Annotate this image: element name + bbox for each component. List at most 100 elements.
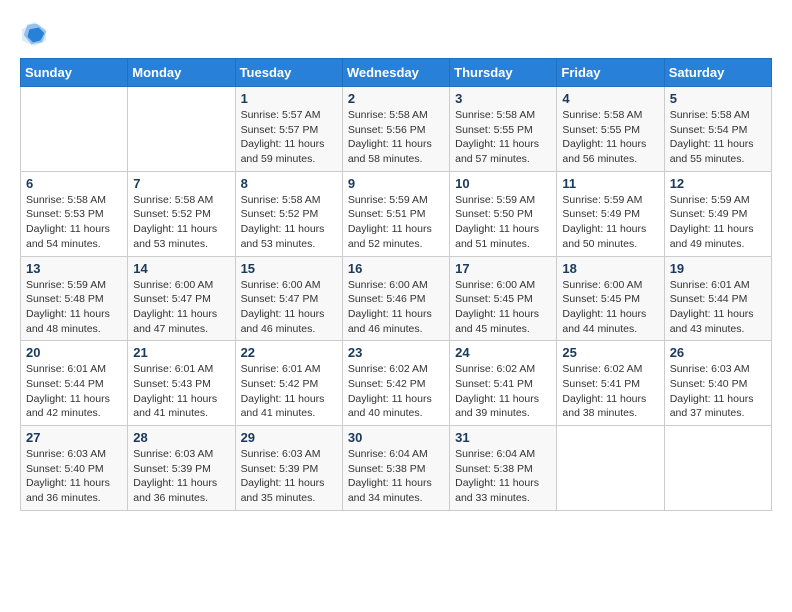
day-info: Sunrise: 6:02 AMSunset: 5:41 PMDaylight:… — [562, 362, 658, 421]
day-info: Sunrise: 6:01 AMSunset: 5:42 PMDaylight:… — [241, 362, 337, 421]
calendar-cell: 26 Sunrise: 6:03 AMSunset: 5:40 PMDayligh… — [664, 341, 771, 426]
calendar-cell: 13Sunrise: 5:59 AMSunset: 5:48 PMDayligh… — [21, 256, 128, 341]
day-info: Sunrise: 6:00 AMSunset: 5:45 PMDaylight:… — [562, 278, 658, 337]
day-number: 12 — [670, 176, 766, 191]
calendar-cell: 27 Sunrise: 6:03 AMSunset: 5:40 PMDayligh… — [21, 426, 128, 511]
day-number: 11 — [562, 176, 658, 191]
weekday-header: Monday — [128, 59, 235, 87]
calendar-cell: 6 Sunrise: 5:58 AMSunset: 5:53 PMDaylight… — [21, 171, 128, 256]
day-info: Sunrise: 5:58 AMSunset: 5:56 PMDaylight:… — [348, 108, 444, 167]
day-info: Sunrise: 5:59 AMSunset: 5:49 PMDaylight:… — [670, 193, 766, 252]
day-info: Sunrise: 5:59 AMSunset: 5:48 PMDaylight:… — [26, 278, 122, 337]
calendar-cell: 3 Sunrise: 5:58 AMSunset: 5:55 PMDaylight… — [450, 87, 557, 172]
day-number: 14 — [133, 261, 229, 276]
logo — [20, 20, 50, 48]
calendar-cell: 8 Sunrise: 5:58 AMSunset: 5:52 PMDaylight… — [235, 171, 342, 256]
calendar-cell: 17 Sunrise: 6:00 AMSunset: 5:45 PMDayligh… — [450, 256, 557, 341]
day-info: Sunrise: 6:00 AMSunset: 5:45 PMDaylight:… — [455, 278, 551, 337]
day-info: Sunrise: 5:57 AMSunset: 5:57 PMDaylight:… — [241, 108, 337, 167]
day-number: 2 — [348, 91, 444, 106]
day-number: 17 — [455, 261, 551, 276]
calendar-cell: 12 Sunrise: 5:59 AMSunset: 5:49 PMDayligh… — [664, 171, 771, 256]
weekday-header: Sunday — [21, 59, 128, 87]
day-number: 21 — [133, 345, 229, 360]
day-info: Sunrise: 5:59 AMSunset: 5:51 PMDaylight:… — [348, 193, 444, 252]
day-number: 15 — [241, 261, 337, 276]
calendar-cell — [557, 426, 664, 511]
day-info: Sunrise: 5:58 AMSunset: 5:54 PMDaylight:… — [670, 108, 766, 167]
day-number: 27 — [26, 430, 122, 445]
day-info: Sunrise: 6:01 AMSunset: 5:44 PMDaylight:… — [670, 278, 766, 337]
calendar-cell — [664, 426, 771, 511]
day-number: 25 — [562, 345, 658, 360]
calendar-cell: 30 Sunrise: 6:04 AMSunset: 5:38 PMDayligh… — [342, 426, 449, 511]
calendar-cell: 5 Sunrise: 5:58 AMSunset: 5:54 PMDaylight… — [664, 87, 771, 172]
day-info: Sunrise: 6:04 AMSunset: 5:38 PMDaylight:… — [348, 447, 444, 506]
day-info: Sunrise: 6:03 AMSunset: 5:39 PMDaylight:… — [241, 447, 337, 506]
day-info: Sunrise: 6:00 AMSunset: 5:46 PMDaylight:… — [348, 278, 444, 337]
calendar-cell: 28 Sunrise: 6:03 AMSunset: 5:39 PMDayligh… — [128, 426, 235, 511]
calendar-cell: 2 Sunrise: 5:58 AMSunset: 5:56 PMDaylight… — [342, 87, 449, 172]
calendar-cell: 20Sunrise: 6:01 AMSunset: 5:44 PMDayligh… — [21, 341, 128, 426]
calendar-header-row: SundayMondayTuesdayWednesdayThursdayFrid… — [21, 59, 772, 87]
day-info: Sunrise: 6:00 AMSunset: 5:47 PMDaylight:… — [133, 278, 229, 337]
day-number: 9 — [348, 176, 444, 191]
weekday-header: Thursday — [450, 59, 557, 87]
day-info: Sunrise: 5:59 AMSunset: 5:49 PMDaylight:… — [562, 193, 658, 252]
day-info: Sunrise: 6:03 AMSunset: 5:40 PMDaylight:… — [670, 362, 766, 421]
calendar-table: SundayMondayTuesdayWednesdayThursdayFrid… — [20, 58, 772, 511]
calendar-cell: 9 Sunrise: 5:59 AMSunset: 5:51 PMDaylight… — [342, 171, 449, 256]
calendar-cell: 19Sunrise: 6:01 AMSunset: 5:44 PMDayligh… — [664, 256, 771, 341]
day-info: Sunrise: 6:03 AMSunset: 5:40 PMDaylight:… — [26, 447, 122, 506]
weekday-header: Wednesday — [342, 59, 449, 87]
day-info: Sunrise: 5:58 AMSunset: 5:52 PMDaylight:… — [241, 193, 337, 252]
day-number: 8 — [241, 176, 337, 191]
calendar-cell: 16 Sunrise: 6:00 AMSunset: 5:46 PMDayligh… — [342, 256, 449, 341]
calendar-cell: 24 Sunrise: 6:02 AMSunset: 5:41 PMDayligh… — [450, 341, 557, 426]
day-number: 6 — [26, 176, 122, 191]
day-info: Sunrise: 6:04 AMSunset: 5:38 PMDaylight:… — [455, 447, 551, 506]
calendar-cell: 1 Sunrise: 5:57 AMSunset: 5:57 PMDaylight… — [235, 87, 342, 172]
day-info: Sunrise: 5:58 AMSunset: 5:53 PMDaylight:… — [26, 193, 122, 252]
day-number: 28 — [133, 430, 229, 445]
calendar-week-row: 20Sunrise: 6:01 AMSunset: 5:44 PMDayligh… — [21, 341, 772, 426]
page-header — [20, 20, 772, 48]
calendar-week-row: 13Sunrise: 5:59 AMSunset: 5:48 PMDayligh… — [21, 256, 772, 341]
day-number: 26 — [670, 345, 766, 360]
calendar-cell: 29 Sunrise: 6:03 AMSunset: 5:39 PMDayligh… — [235, 426, 342, 511]
calendar-week-row: 6 Sunrise: 5:58 AMSunset: 5:53 PMDaylight… — [21, 171, 772, 256]
weekday-header: Saturday — [664, 59, 771, 87]
calendar-cell: 18Sunrise: 6:00 AMSunset: 5:45 PMDayligh… — [557, 256, 664, 341]
day-number: 7 — [133, 176, 229, 191]
day-info: Sunrise: 5:59 AMSunset: 5:50 PMDaylight:… — [455, 193, 551, 252]
day-number: 30 — [348, 430, 444, 445]
day-number: 22 — [241, 345, 337, 360]
logo-icon — [20, 20, 48, 48]
day-info: Sunrise: 6:02 AMSunset: 5:41 PMDaylight:… — [455, 362, 551, 421]
calendar-cell: 21 Sunrise: 6:01 AMSunset: 5:43 PMDayligh… — [128, 341, 235, 426]
calendar-cell: 31Sunrise: 6:04 AMSunset: 5:38 PMDayligh… — [450, 426, 557, 511]
day-number: 3 — [455, 91, 551, 106]
day-number: 29 — [241, 430, 337, 445]
calendar-cell — [128, 87, 235, 172]
calendar-week-row: 27 Sunrise: 6:03 AMSunset: 5:40 PMDayligh… — [21, 426, 772, 511]
calendar-cell — [21, 87, 128, 172]
day-number: 1 — [241, 91, 337, 106]
day-info: Sunrise: 5:58 AMSunset: 5:55 PMDaylight:… — [455, 108, 551, 167]
calendar-cell: 22 Sunrise: 6:01 AMSunset: 5:42 PMDayligh… — [235, 341, 342, 426]
day-number: 20 — [26, 345, 122, 360]
day-info: Sunrise: 6:00 AMSunset: 5:47 PMDaylight:… — [241, 278, 337, 337]
day-info: Sunrise: 5:58 AMSunset: 5:55 PMDaylight:… — [562, 108, 658, 167]
day-info: Sunrise: 6:03 AMSunset: 5:39 PMDaylight:… — [133, 447, 229, 506]
day-number: 24 — [455, 345, 551, 360]
day-number: 5 — [670, 91, 766, 106]
calendar-cell: 23Sunrise: 6:02 AMSunset: 5:42 PMDayligh… — [342, 341, 449, 426]
calendar-cell: 10Sunrise: 5:59 AMSunset: 5:50 PMDayligh… — [450, 171, 557, 256]
day-info: Sunrise: 6:02 AMSunset: 5:42 PMDaylight:… — [348, 362, 444, 421]
day-number: 4 — [562, 91, 658, 106]
calendar-cell: 15 Sunrise: 6:00 AMSunset: 5:47 PMDayligh… — [235, 256, 342, 341]
day-info: Sunrise: 6:01 AMSunset: 5:43 PMDaylight:… — [133, 362, 229, 421]
day-number: 16 — [348, 261, 444, 276]
weekday-header: Friday — [557, 59, 664, 87]
day-info: Sunrise: 5:58 AMSunset: 5:52 PMDaylight:… — [133, 193, 229, 252]
